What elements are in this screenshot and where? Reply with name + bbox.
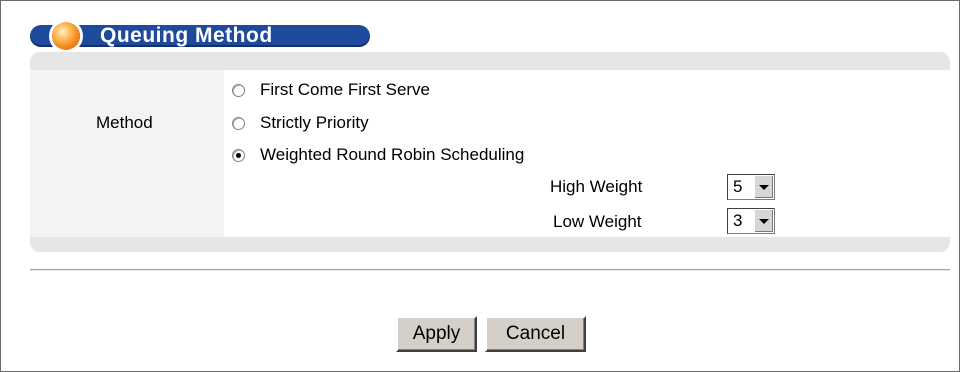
low-weight-label: Low Weight (553, 212, 642, 231)
radio-label: Weighted Round Robin Scheduling (260, 145, 525, 164)
radio-label: Strictly Priority (260, 113, 369, 132)
dropdown-arrow-icon[interactable] (754, 210, 773, 232)
radio-option-strict-priority[interactable]: Strictly Priority (232, 113, 369, 133)
high-weight-label: High Weight (550, 177, 643, 196)
orb-icon (52, 22, 80, 50)
dropdown-arrow-icon[interactable] (754, 176, 773, 198)
apply-button[interactable]: Apply (396, 316, 477, 352)
radio-option-first-come[interactable]: First Come First Serve (232, 80, 430, 100)
high-weight-select[interactable]: 5 (727, 174, 775, 200)
cancel-button[interactable]: Cancel (485, 316, 586, 352)
divider (30, 269, 950, 271)
section-title: Queuing Method (100, 24, 273, 47)
method-label: Method (96, 113, 153, 132)
panel-header-band (30, 52, 950, 70)
radio-button[interactable] (232, 83, 245, 97)
radio-option-weighted-round-robin[interactable]: Weighted Round Robin Scheduling (232, 145, 524, 165)
radio-button[interactable] (232, 116, 245, 130)
panel-footer-band (30, 237, 950, 252)
low-weight-value: 3 (733, 211, 743, 230)
low-weight-select[interactable]: 3 (727, 208, 775, 234)
radio-button-selected[interactable] (232, 148, 245, 162)
high-weight-value: 5 (733, 177, 743, 196)
radio-label: First Come First Serve (260, 80, 431, 99)
